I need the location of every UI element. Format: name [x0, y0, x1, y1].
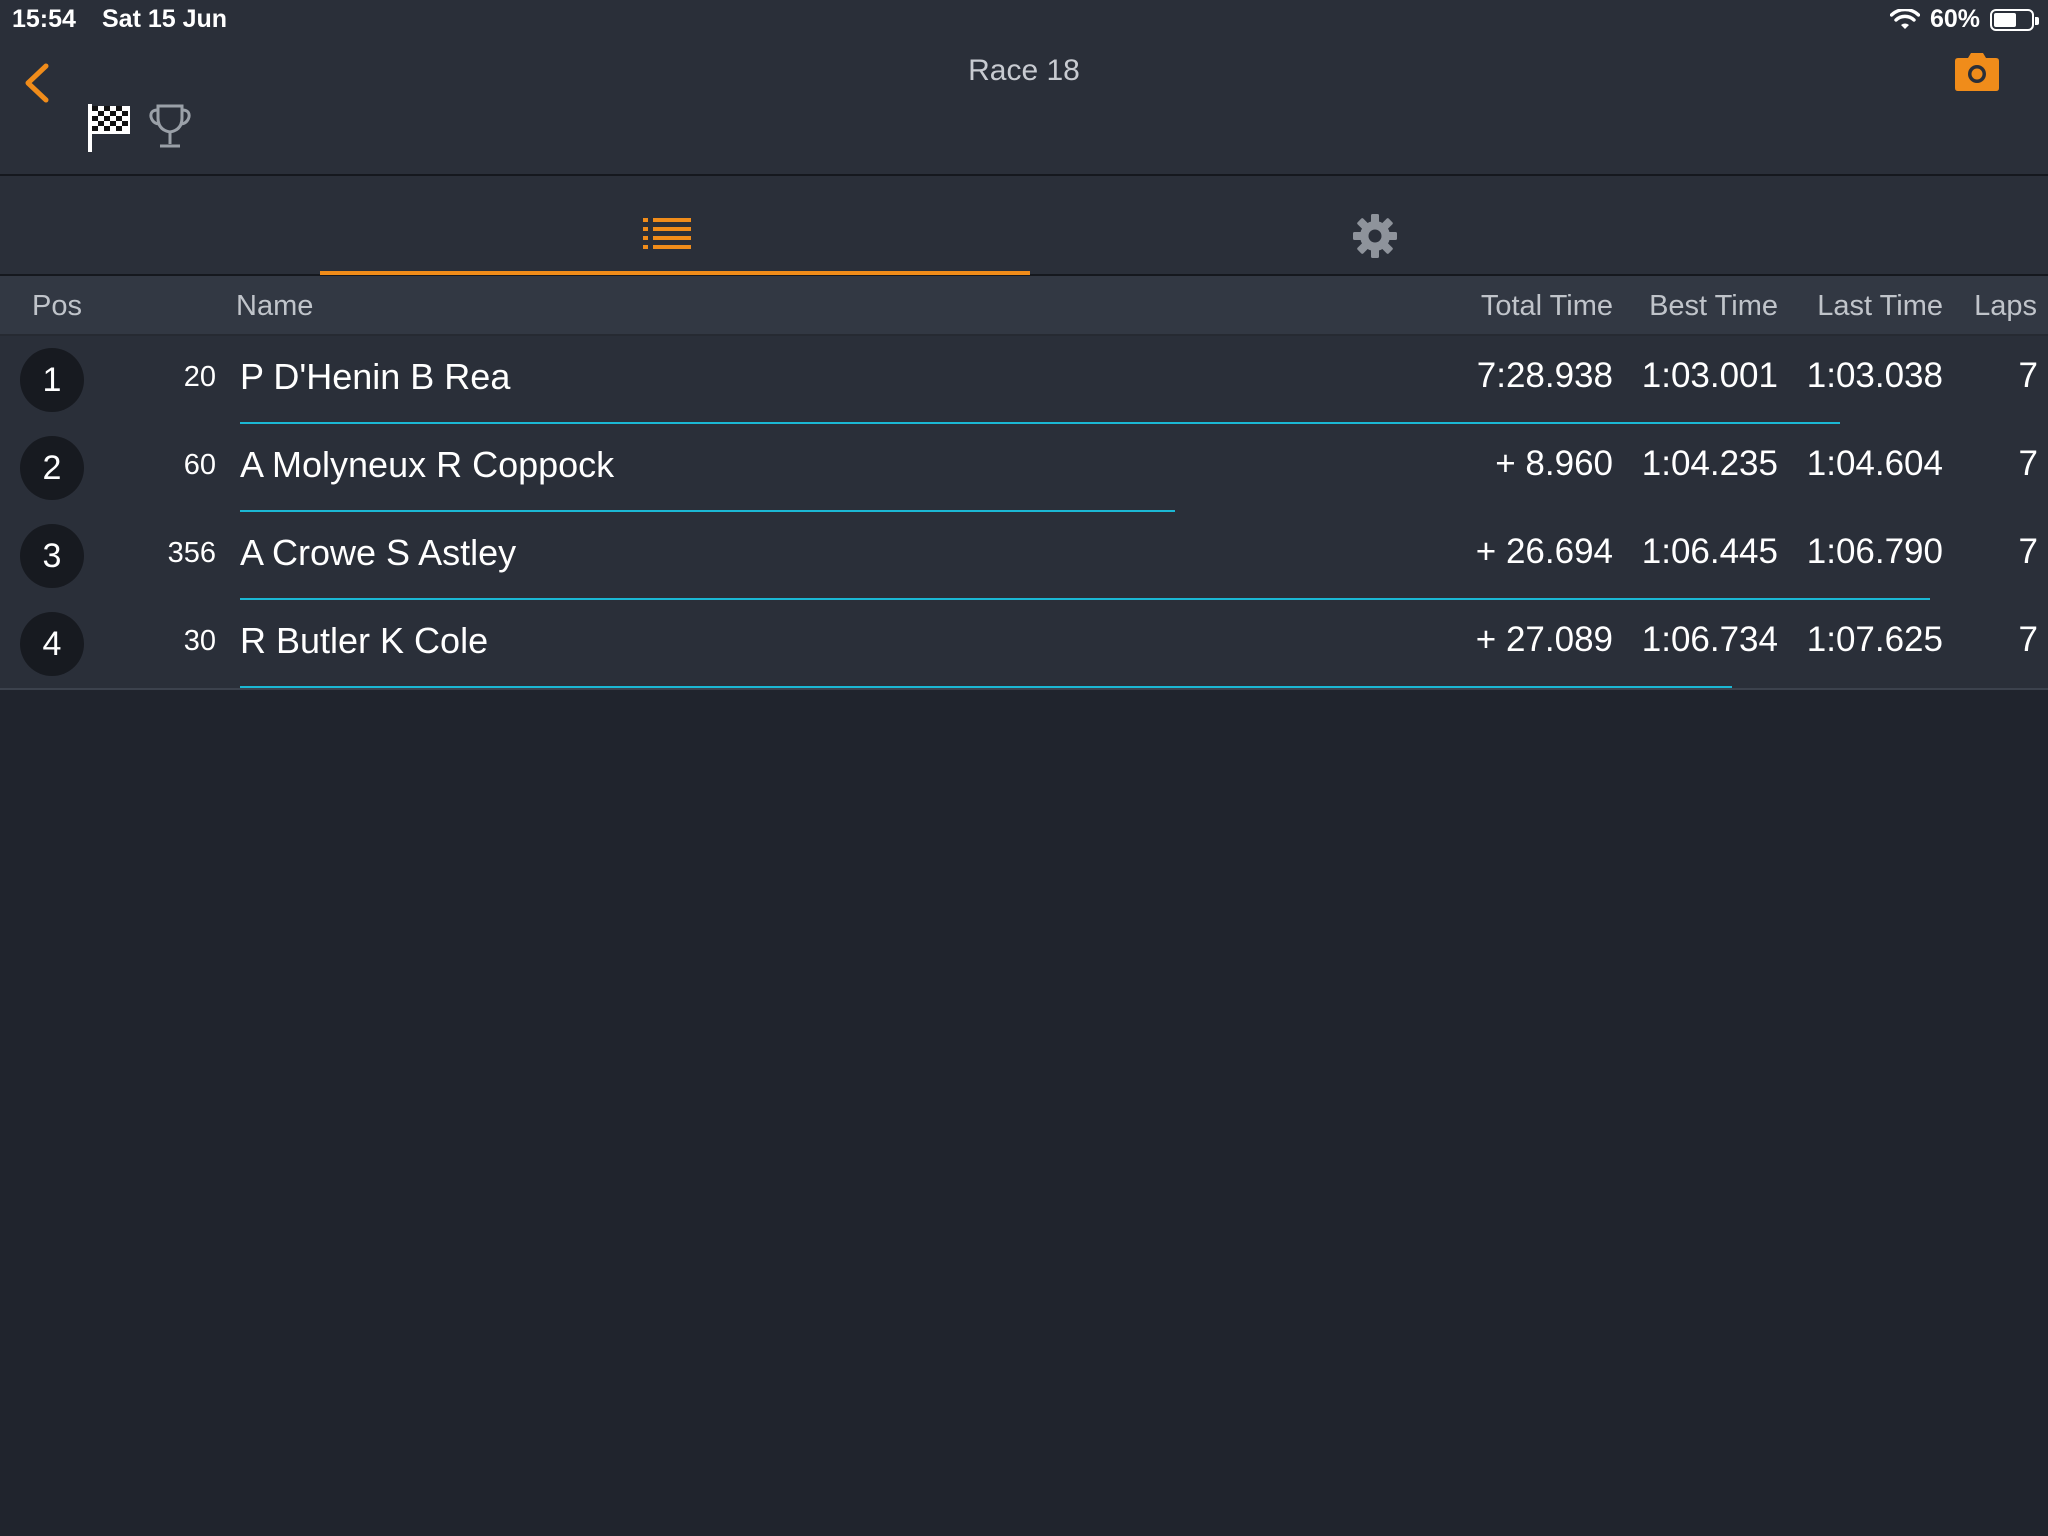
best-time: 1:04.235 [1641, 444, 1778, 483]
camera-button[interactable] [1954, 52, 2000, 92]
total-time: 7:28.938 [1476, 356, 1613, 395]
battery-icon [1990, 8, 2039, 31]
status-bar: 15:54 Sat 15 Jun 60% [0, 0, 2048, 40]
position-badge: 3 [20, 524, 84, 588]
lap-progress-bar [240, 686, 1732, 688]
battery-percent: 60% [1929, 5, 1980, 33]
last-time: 1:07.625 [1806, 620, 1943, 659]
tab-settings[interactable] [1030, 176, 1720, 274]
driver-name: P D'Henin B Rea [240, 356, 511, 397]
tab-selected-indicator [320, 271, 1030, 275]
best-time: 1:03.001 [1641, 356, 1778, 395]
last-time: 1:06.790 [1806, 532, 1943, 571]
header-total-time[interactable]: Total Time [1481, 290, 1613, 323]
status-time: 15:54 [12, 5, 76, 33]
header-pos[interactable]: Pos [32, 290, 82, 323]
laps: 7 [2018, 620, 2038, 659]
list-icon [643, 218, 691, 249]
header-last-time[interactable]: Last Time [1817, 290, 1943, 323]
best-time: 1:06.734 [1641, 620, 1778, 659]
laps: 7 [2018, 356, 2038, 395]
driver-name: A Molyneux R Coppock [240, 444, 615, 485]
trophy-icon[interactable] [148, 102, 192, 152]
position-badge: 2 [20, 436, 84, 500]
car-number: 20 [183, 361, 216, 393]
car-number: 30 [183, 625, 216, 657]
status-right: 60% [1889, 5, 2039, 34]
results-table-header: Pos Name Total Time Best Time Last Time … [0, 276, 2048, 336]
gear-icon [1353, 214, 1397, 258]
driver-name: R Butler K Cole [240, 620, 489, 661]
table-row[interactable]: 3 356 A Crowe S Astley + 26.694 1:06.445… [0, 512, 2048, 602]
table-row[interactable]: 4 30 R Butler K Cole + 27.089 1:06.734 1… [0, 600, 2048, 690]
table-row[interactable]: 1 20 P D'Henin B Rea 7:28.938 1:03.001 1… [0, 336, 2048, 426]
navigation-bar: Race 18 [0, 40, 2048, 176]
best-time: 1:06.445 [1641, 532, 1778, 571]
driver-name: A Crowe S Astley [240, 532, 517, 573]
total-time: + 8.960 [1495, 444, 1613, 483]
total-time: + 27.089 [1475, 620, 1613, 659]
position-badge: 1 [20, 348, 84, 412]
last-time: 1:03.038 [1806, 356, 1943, 395]
header-laps[interactable]: Laps [1974, 290, 2037, 323]
page-title: Race 18 [968, 54, 1080, 87]
battery-level [1994, 12, 2016, 27]
tab-results-list[interactable] [320, 176, 1030, 275]
table-row[interactable]: 2 60 A Molyneux R Coppock + 8.960 1:04.2… [0, 424, 2048, 514]
tab-bar [0, 176, 2048, 276]
camera-icon [1955, 53, 1999, 91]
position-badge: 4 [20, 612, 84, 676]
wifi-icon [1889, 8, 1920, 29]
laps: 7 [2018, 444, 2038, 483]
laps: 7 [2018, 532, 2038, 571]
last-time: 1:04.604 [1806, 444, 1943, 483]
header-best-time[interactable]: Best Time [1649, 290, 1778, 323]
car-number: 356 [167, 537, 216, 569]
car-number: 60 [183, 449, 216, 481]
header-name[interactable]: Name [236, 290, 313, 323]
checkered-flag-icon [88, 104, 130, 152]
status-date: Sat 15 Jun [102, 5, 228, 33]
total-time: + 26.694 [1475, 532, 1613, 571]
